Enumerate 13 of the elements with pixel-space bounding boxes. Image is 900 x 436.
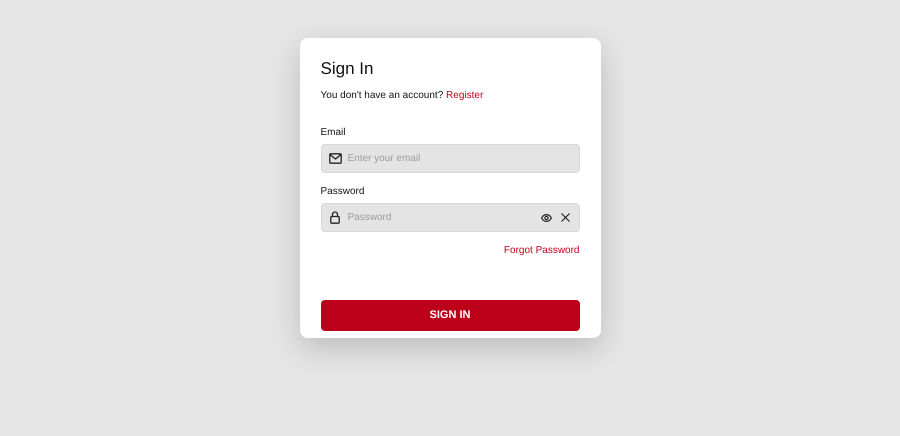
forgot-password-link[interactable]: Forgot Password xyxy=(504,243,580,258)
clear-icon[interactable] xyxy=(560,213,570,222)
register-link[interactable]: Register xyxy=(446,90,484,101)
password-field[interactable]: Password xyxy=(320,203,580,232)
mail-icon xyxy=(328,153,342,164)
field-label: Password xyxy=(320,185,366,199)
card-title: Sign In xyxy=(320,58,374,80)
lock-icon xyxy=(330,211,340,224)
eye-icon[interactable] xyxy=(540,214,552,222)
email-field[interactable]: Enter your email xyxy=(320,144,580,173)
sign-in-button[interactable]: SIGN IN xyxy=(320,300,580,331)
field-label: Email xyxy=(320,126,347,140)
account-prompt: You don't have an account? Register xyxy=(320,89,484,103)
